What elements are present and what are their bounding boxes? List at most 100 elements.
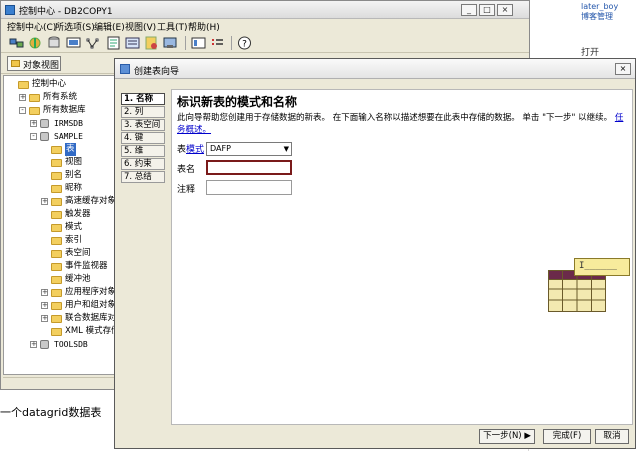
tree-item[interactable]: 视图 [4, 156, 116, 169]
list-view-icon[interactable] [210, 36, 225, 50]
object-view-button[interactable]: 对象视图 [7, 56, 61, 71]
wizard-step[interactable]: 1. 名称 [121, 93, 165, 105]
minimize-button[interactable]: _ [461, 4, 477, 16]
tree-item[interactable]: + 联合数据库对象 [4, 312, 116, 325]
tree-item-label: SAMPLE [54, 132, 83, 141]
expand-icon[interactable]: + [41, 198, 48, 205]
tree-item-label: 联合数据库对象 [65, 313, 117, 323]
folder-icon [11, 60, 20, 67]
tree-item-label: 触发器 [65, 209, 91, 219]
tree-item[interactable]: XML 模式存储库 [4, 325, 116, 338]
tree-item[interactable]: 别名 [4, 169, 116, 182]
tree-item[interactable]: + 应用程序对象 [4, 286, 116, 299]
folder-icon [51, 315, 62, 323]
schema-select[interactable]: DAFP ▼ [206, 142, 292, 156]
license-icon[interactable] [163, 36, 178, 50]
tree-item[interactable]: 事件监视器 [4, 260, 116, 273]
tree-item-label: 昵称 [65, 183, 83, 193]
folder-icon [51, 328, 62, 336]
next-button[interactable]: 下一步(N) ▶ [479, 429, 535, 444]
comment-label: 注释 [177, 185, 196, 195]
tree-item[interactable]: 索引 [4, 234, 116, 247]
tree-item[interactable]: - 所有数据库 [4, 104, 116, 117]
help-icon[interactable]: ? [237, 36, 252, 50]
task-center-icon[interactable] [125, 36, 140, 50]
tree-item[interactable]: + 用户和组对象 [4, 299, 116, 312]
wizard-step[interactable]: 3. 表空间 [121, 119, 165, 131]
name-tag-icon: I______ [574, 258, 630, 276]
table-name-input[interactable] [206, 160, 292, 175]
database-icon[interactable] [47, 36, 62, 50]
tree-item[interactable]: 表空间 [4, 247, 116, 260]
tree-item[interactable]: + 所有系统 [4, 91, 116, 104]
folder-icon [51, 250, 62, 258]
expand-icon[interactable]: + [19, 94, 26, 101]
tree-item-label: IRMSDB [54, 119, 83, 128]
tree-item-label: XML 模式存储库 [65, 326, 116, 336]
tree-item[interactable]: + TOOLSDB [4, 338, 116, 351]
instance-icon[interactable] [28, 36, 43, 50]
tree-item[interactable]: 缓冲池 [4, 273, 116, 286]
command-editor-icon[interactable] [106, 36, 121, 50]
schema-value: DAFP [210, 144, 231, 153]
expand-icon[interactable]: + [30, 120, 37, 127]
wizard-step[interactable]: 2. 列 [121, 106, 165, 118]
database-icon [40, 132, 49, 141]
tree-item-label: 所有系统 [43, 92, 78, 102]
expand-icon[interactable]: + [30, 341, 37, 348]
monitor-icon[interactable] [66, 36, 81, 50]
wizard-icon [120, 64, 130, 74]
tree-item[interactable]: 触发器 [4, 208, 116, 221]
tree-item[interactable]: + IRMSDB [4, 117, 116, 130]
cancel-button[interactable]: 取消 [595, 429, 629, 444]
blog-admin-link[interactable]: 博客管理 [581, 12, 613, 22]
tree-item-label: 用户和组对象 [65, 300, 117, 310]
tree-item-label: 表 [65, 143, 76, 156]
menu-help[interactable]: 帮助(H) [188, 20, 220, 33]
folder-icon [51, 276, 62, 284]
wizard-step[interactable]: 5. 维 [121, 145, 165, 157]
folder-icon [51, 302, 62, 310]
open-text: 打开 [581, 48, 600, 58]
tree-item[interactable]: - SAMPLE [4, 130, 116, 143]
tree-item[interactable]: 表 [4, 143, 116, 156]
app-icon [5, 5, 15, 15]
wizard-step[interactable]: 6. 约束 [121, 158, 165, 170]
details-view-icon[interactable] [191, 36, 206, 50]
tree-item-label: 控制中心 [32, 79, 67, 89]
network-icon[interactable] [85, 36, 100, 50]
collapse-icon[interactable]: - [19, 107, 26, 114]
comment-input[interactable] [206, 180, 292, 195]
tree-item[interactable]: 模式 [4, 221, 116, 234]
wizard-step[interactable]: 7. 总结 [121, 171, 165, 183]
journal-icon[interactable] [144, 36, 159, 50]
close-button[interactable]: × [497, 4, 513, 16]
user-link[interactable]: later_boy [581, 2, 618, 12]
wizard-description: 此向导帮助您创建用于存储数据的新表。 在下面输入名称以描述想要在此表中存储的数据… [177, 112, 627, 136]
expand-icon[interactable]: + [41, 315, 48, 322]
wizard-close-button[interactable]: × [615, 63, 631, 75]
tree-item-label: TOOLSDB [54, 340, 88, 349]
finish-button[interactable]: 完成(F) [543, 429, 591, 444]
tree-item-label: 应用程序对象 [65, 287, 117, 297]
toolbar-separator [231, 36, 232, 50]
schema-link[interactable]: 模式 [186, 145, 204, 155]
collapse-icon[interactable]: - [30, 133, 37, 140]
maximize-button[interactable]: □ [479, 4, 495, 16]
menu-control-center[interactable]: 控制中心(C) [7, 20, 56, 33]
expand-icon[interactable]: + [41, 289, 48, 296]
tree-item[interactable]: + 高速缓存对象 [4, 195, 116, 208]
table-grid-icon [548, 270, 606, 312]
wizard-step[interactable]: 4. 键 [121, 132, 165, 144]
systems-icon[interactable] [9, 36, 24, 50]
menu-view[interactable]: 视图(V) [125, 20, 156, 33]
menu-edit[interactable]: 编辑(E) [94, 20, 125, 33]
menu-tools[interactable]: 工具(T) [157, 20, 188, 33]
tree-item[interactable]: 控制中心 [4, 78, 116, 91]
chevron-down-icon[interactable]: ▼ [284, 143, 289, 155]
folder-icon [51, 263, 62, 271]
wizard-heading: 标识新表的模式和名称 [177, 95, 298, 109]
tree-item[interactable]: 昵称 [4, 182, 116, 195]
menu-selected[interactable]: 所选项(S) [55, 20, 95, 33]
expand-icon[interactable]: + [41, 302, 48, 309]
